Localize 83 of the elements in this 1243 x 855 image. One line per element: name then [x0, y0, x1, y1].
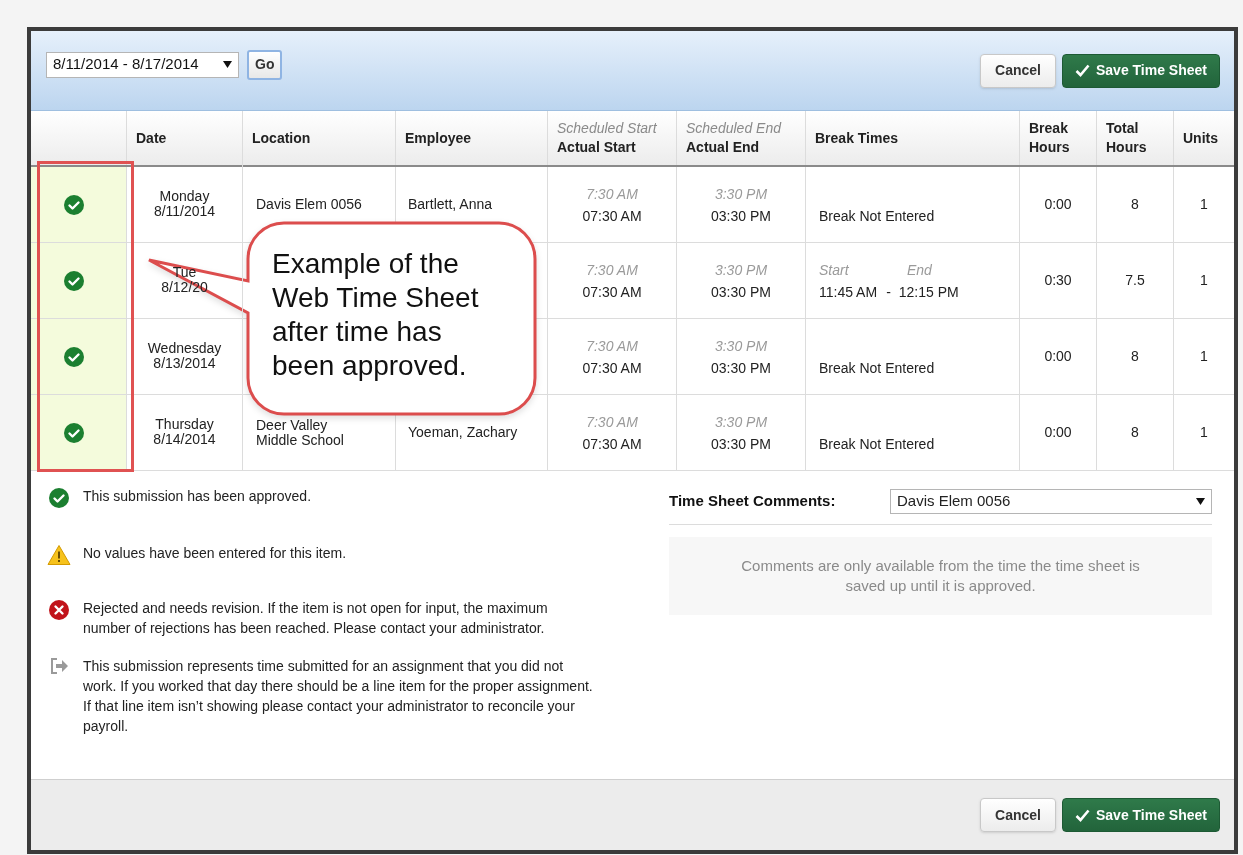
column-header: Actual End [686, 138, 761, 157]
go-button[interactable]: Go [247, 49, 283, 80]
error-icon [48, 599, 70, 621]
scheduled-time: 3:30 PM [714, 260, 768, 280]
break-status: Break Not Entered [819, 434, 936, 454]
break-end-label: End [907, 260, 932, 280]
scheduled-time: 7:30 AM [586, 412, 638, 432]
pay-period-select[interactable]: 8/11/2014 - 8/17/2014 [46, 51, 239, 78]
column-header: Actual Start [557, 138, 637, 157]
column-header: Total Hours [1106, 119, 1148, 157]
cancel-button[interactable]: Cancel [980, 798, 1056, 832]
actual-time: 07:30 AM [582, 206, 642, 226]
comments-label: Time Sheet Comments: [669, 491, 836, 512]
comments-note: Comments are only available from the time the time sheet is saved up until it is approved. [740, 556, 1141, 596]
check-icon [1074, 64, 1090, 77]
warning-icon [47, 544, 71, 566]
scheduled-time: 7:30 AM [586, 184, 638, 204]
legend-text: This submission has been approved. [83, 487, 313, 506]
day-text: Wednesday [147, 340, 222, 356]
units: 1 [1200, 347, 1208, 366]
scheduled-time: 7:30 AM [586, 260, 638, 280]
actual-time: 07:30 AM [582, 358, 642, 378]
column-header: Employee [405, 128, 473, 148]
actual-time: 03:30 PM [711, 434, 771, 454]
range-separator: - [886, 282, 891, 302]
actual-time: 07:30 AM [582, 434, 642, 454]
scheduled-time: 3:30 PM [714, 336, 768, 356]
check-circle-icon [62, 345, 85, 368]
exit-arrow-icon [49, 657, 69, 675]
column-header: Break Times [815, 128, 899, 148]
break-start-time: 11:45 AM [819, 282, 878, 302]
check-icon [1074, 808, 1090, 822]
break-hours: 0:30 [1044, 271, 1072, 290]
total-hours: 8 [1131, 423, 1139, 442]
break-hours: 0:00 [1044, 347, 1072, 366]
location-text: Davis Elem 0056 [256, 197, 362, 212]
break-hours: 0:00 [1044, 423, 1072, 442]
save-time-sheet-button[interactable]: Save Time Sheet [1061, 798, 1220, 832]
total-hours: 8 [1131, 347, 1139, 366]
units: 1 [1200, 195, 1208, 214]
callout-text: Example of the Web Time Sheet after time has been approved. [272, 247, 480, 383]
day-text: Thursday [155, 416, 214, 432]
scheduled-time: 3:30 PM [714, 412, 768, 432]
legend-text: No values have been entered for this item. [83, 544, 348, 563]
column-header: Break Hours [1029, 119, 1071, 157]
column-subheader: Scheduled Start [557, 119, 658, 138]
check-circle-icon [62, 193, 85, 216]
employee-text: Yoeman, Zachary [408, 423, 518, 442]
total-hours: 7.5 [1125, 271, 1145, 290]
break-start-label: Start [819, 260, 850, 280]
save-time-sheet-button[interactable]: Save Time Sheet [1061, 53, 1220, 88]
scheduled-time: 7:30 AM [586, 336, 638, 356]
cancel-button[interactable]: Cancel [980, 53, 1056, 88]
break-end-time: 12:15 PM [898, 282, 959, 302]
break-status: Break Not Entered [819, 206, 936, 226]
location-select[interactable]: Davis Elem 0056 [890, 489, 1212, 514]
employee-text: Bartlett, Anna [408, 195, 493, 214]
date-text: 8/11/2014 [153, 203, 216, 219]
units: 1 [1200, 271, 1208, 290]
column-header: Date [136, 128, 168, 148]
total-hours: 8 [1131, 195, 1139, 214]
column-subheader: Scheduled End [686, 119, 783, 138]
location-text: Deer Valley Middle School [256, 417, 344, 448]
date-text: 8/13/2014 [153, 355, 216, 371]
legend-text: Rejected and needs revision. If the item is not open for input, the maximum number of rejections has been reached. Please contact your administrator. [83, 599, 549, 638]
break-status: Break Not Entered [819, 358, 936, 378]
units: 1 [1200, 423, 1208, 442]
break-hours: 0:00 [1044, 195, 1072, 214]
check-circle-icon [62, 269, 85, 292]
date-text: 8/14/2014 [153, 431, 216, 447]
legend-text: This submission represents time submitted for an assignment that you did not work. If you worked that day there should be a line item for the proper assignment. If that line item isn’t showing please contact your administrator to reconcile your payroll. [83, 657, 594, 736]
actual-time: 03:30 PM [711, 358, 771, 378]
check-circle-icon [48, 487, 70, 509]
check-circle-icon [62, 421, 85, 444]
scheduled-time: 3:30 PM [714, 184, 768, 204]
column-header: Location [252, 128, 312, 148]
actual-time: 03:30 PM [711, 282, 771, 302]
actual-time: 03:30 PM [711, 206, 771, 226]
day-text: Monday [159, 188, 210, 204]
column-header: Units [1183, 128, 1219, 148]
actual-time: 07:30 AM [582, 282, 642, 302]
caret-icon [223, 61, 232, 68]
caret-icon [1196, 498, 1205, 505]
